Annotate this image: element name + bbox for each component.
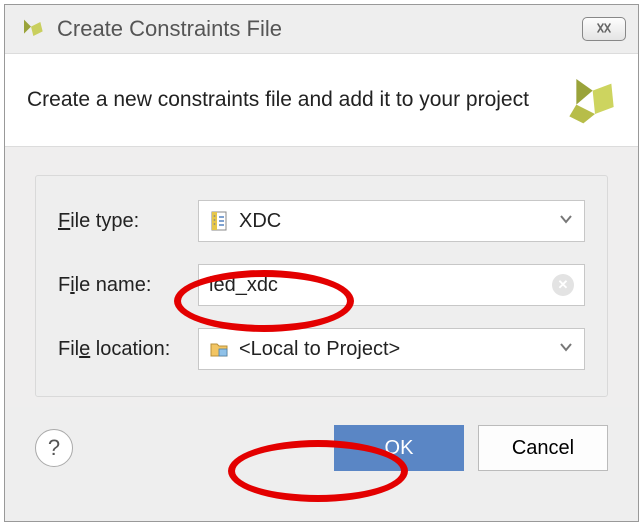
dialog-title: Create Constraints File: [57, 16, 282, 42]
close-icon: [596, 21, 612, 37]
row-file-type: File type:: [58, 200, 585, 242]
app-icon: [17, 15, 45, 43]
file-name-label: File name:: [58, 274, 198, 297]
chevron-down-icon: [558, 338, 574, 361]
form-box: File type:: [35, 175, 608, 397]
file-location-dropdown[interactable]: <Local to Project>: [198, 328, 585, 370]
row-file-name: File name: led_xdc ✕: [58, 264, 585, 306]
file-location-value: <Local to Project>: [239, 338, 400, 361]
ok-button[interactable]: OK: [334, 425, 464, 471]
file-location-label: File location:: [58, 338, 198, 361]
chevron-down-icon: [558, 210, 574, 233]
file-type-dropdown[interactable]: XDC: [198, 200, 585, 242]
titlebar: Create Constraints File: [5, 5, 638, 53]
help-icon: ?: [48, 435, 60, 461]
vivado-icon: [560, 72, 616, 128]
clear-icon[interactable]: ✕: [552, 274, 574, 296]
header: Create a new constraints file and add it…: [5, 53, 638, 147]
folder-icon: [209, 339, 229, 359]
xdc-file-icon: [209, 211, 229, 231]
file-name-input[interactable]: led_xdc ✕: [198, 264, 585, 306]
file-type-value: XDC: [239, 210, 281, 233]
file-type-label: File type:: [58, 210, 198, 233]
file-name-value: led_xdc: [209, 274, 278, 297]
footer: ? OK Cancel: [5, 407, 638, 493]
row-file-location: File location: <Local to Project>: [58, 328, 585, 370]
close-button[interactable]: [582, 17, 626, 41]
header-description: Create a new constraints file and add it…: [27, 85, 546, 114]
help-button[interactable]: ?: [35, 429, 73, 467]
cancel-button[interactable]: Cancel: [478, 425, 608, 471]
form-area: File type:: [5, 147, 638, 407]
dialog: Create Constraints File Create a new con…: [4, 4, 639, 522]
